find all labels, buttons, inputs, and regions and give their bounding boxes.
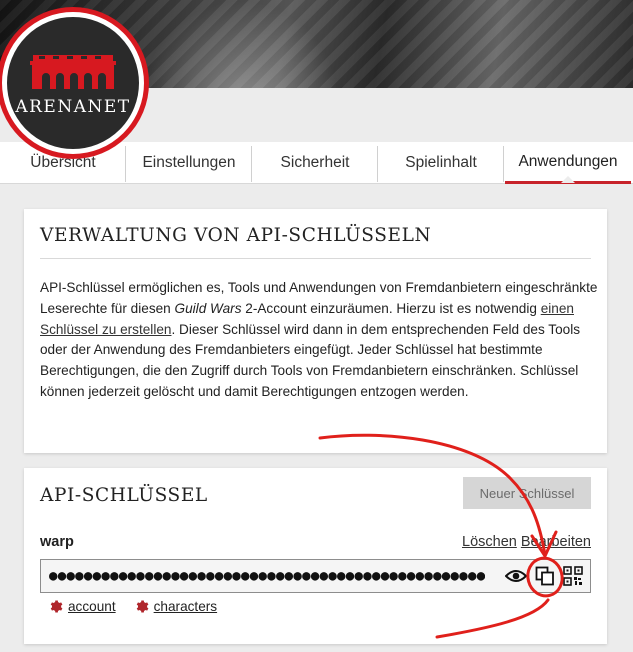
copy-icon[interactable] bbox=[534, 565, 556, 587]
divider bbox=[40, 258, 591, 259]
permission-item: characters bbox=[134, 599, 217, 614]
key-field bbox=[40, 559, 591, 593]
game-title: Guild Wars bbox=[174, 300, 242, 316]
permission-item: account bbox=[48, 599, 116, 614]
tab-label: Einstellungen bbox=[142, 154, 236, 171]
edit-key-link[interactable]: Bearbeiten bbox=[521, 534, 591, 550]
eye-icon[interactable] bbox=[505, 565, 527, 587]
tab-label: Sicherheit bbox=[280, 154, 350, 171]
permission-label: characters bbox=[153, 599, 218, 614]
tab-game-content[interactable]: Spielinhalt bbox=[378, 142, 504, 184]
api-keys-title: API-SCHLÜSSEL bbox=[40, 485, 208, 506]
tab-label: Spielinhalt bbox=[405, 154, 477, 171]
api-keys-card: API-SCHLÜSSEL Neuer Schlüssel warp Lösch… bbox=[24, 468, 607, 644]
api-management-card: VERWALTUNG VON API-SCHLÜSSELN API-Schlüs… bbox=[24, 209, 607, 453]
permission-label: account bbox=[68, 599, 116, 614]
api-key-input[interactable] bbox=[49, 566, 485, 586]
colosseum-icon bbox=[30, 55, 116, 89]
description-text: 2-Account einzuräumen. Hierzu ist es not… bbox=[241, 300, 541, 316]
new-key-button[interactable]: Neuer Schlüssel bbox=[463, 477, 591, 509]
key-actions: Löschen Bearbeiten bbox=[462, 534, 591, 550]
tab-security[interactable]: Sicherheit bbox=[252, 142, 378, 184]
management-title: VERWALTUNG VON API-SCHLÜSSELN bbox=[40, 225, 432, 246]
arenanet-logo[interactable]: ARENANET bbox=[2, 12, 144, 154]
tab-applications[interactable]: Anwendungen bbox=[505, 142, 631, 184]
tab-label: Anwendungen bbox=[518, 152, 618, 170]
active-tab-caret bbox=[561, 176, 575, 183]
gear-icon bbox=[136, 600, 149, 613]
permission-list: account characters bbox=[48, 599, 217, 614]
qr-code-icon[interactable] bbox=[562, 565, 584, 587]
management-description: API-Schlüssel ermöglichen es, Tools und … bbox=[40, 278, 598, 403]
gear-icon bbox=[50, 600, 63, 613]
delete-key-link[interactable]: Löschen bbox=[462, 534, 517, 550]
tab-settings[interactable]: Einstellungen bbox=[126, 142, 252, 184]
logo-text: ARENANET bbox=[15, 97, 131, 117]
key-name: warp bbox=[40, 534, 74, 550]
tab-label: Übersicht bbox=[30, 154, 96, 171]
